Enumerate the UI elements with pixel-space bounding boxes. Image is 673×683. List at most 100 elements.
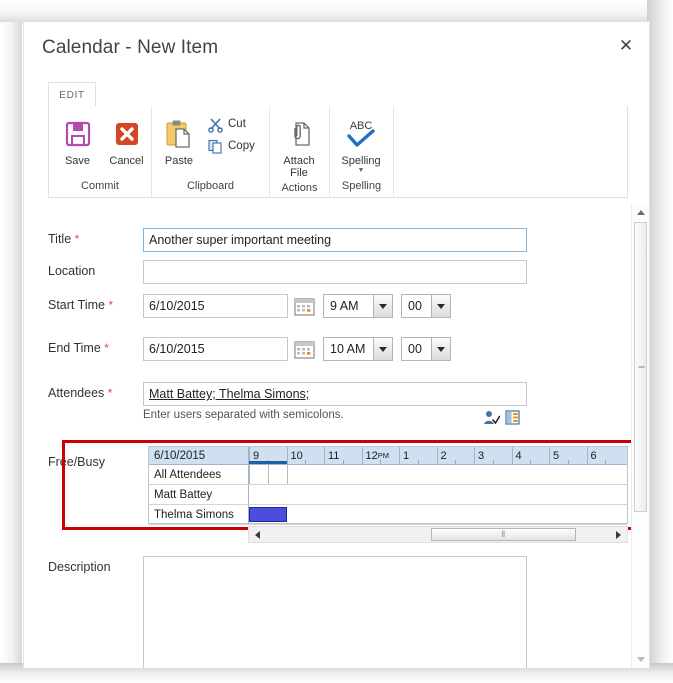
end-date-input[interactable] xyxy=(143,337,288,361)
scheduler-half-hour-tick xyxy=(455,460,457,464)
scheduler-horizontal-scrollbar[interactable]: ‖ xyxy=(248,526,628,543)
check-names-person-icon[interactable] xyxy=(483,410,501,430)
start-date-input[interactable] xyxy=(143,294,288,318)
scheduler-guide-mark xyxy=(249,465,250,484)
free-busy-scheduler[interactable]: 6/10/2015 9 10 11 12 PM 1 2 3 4 5 6 All Attendees M… xyxy=(148,446,628,525)
scheduler-attendee-row: All Attendees xyxy=(149,465,627,485)
cancel-button-label: Cancel xyxy=(109,155,144,167)
scheduler-scroll-right-arrow[interactable] xyxy=(610,527,627,542)
attach-file-line2: File xyxy=(290,167,308,179)
attendees-input[interactable]: Matt Battey; Thelma Simons; xyxy=(143,382,527,406)
save-button[interactable]: Save xyxy=(53,111,102,167)
screenshot-root: Calendar - New Item ✕ EDIT Save Cancel C… xyxy=(0,0,673,683)
ribbon-group-label-clipboard: Clipboard xyxy=(186,180,235,192)
location-input[interactable] xyxy=(143,260,527,284)
scheduler-attendee-track[interactable] xyxy=(249,505,627,524)
title-label: Title * xyxy=(48,228,143,246)
scheduler-attendee-track[interactable] xyxy=(249,465,627,484)
scheduler-guide-mark xyxy=(286,465,288,484)
address-book-icon[interactable] xyxy=(505,410,521,430)
scheduler-attendee-row: Thelma Simons xyxy=(149,505,627,525)
scheduler-selection-bar xyxy=(249,461,287,464)
start-hour-value: 9 AM xyxy=(324,295,373,317)
dialog-scroll-thumb[interactable]: ‖ xyxy=(634,222,647,512)
attach-file-button[interactable]: Attach File xyxy=(270,111,328,179)
scheduler-half-hour-tick xyxy=(492,460,494,464)
ribbon-group-clipboard: Paste Cut Copy Clipboard xyxy=(152,106,270,197)
save-floppy-icon xyxy=(63,115,93,153)
copy-pages-icon xyxy=(204,138,226,155)
scheduler-half-hour-tick xyxy=(380,460,382,464)
paste-button-label: Paste xyxy=(164,155,194,167)
window-shadow-top xyxy=(0,0,673,22)
ribbon-group-label-actions: Actions xyxy=(281,182,318,194)
start-hour-dropdown-arrow[interactable] xyxy=(373,295,392,317)
title-label-text: Title xyxy=(48,232,72,246)
scheduler-scroll-thumb[interactable]: ‖ xyxy=(431,528,576,541)
field-row-title: Title * xyxy=(48,228,527,252)
attendees-control: Matt Battey; Thelma Simons; Enter users … xyxy=(143,382,527,425)
description-box[interactable] xyxy=(143,556,527,668)
cancel-x-icon xyxy=(112,115,142,153)
ribbon-group-commit: Save Cancel Commit xyxy=(49,106,152,197)
scheduler-attendee-row: Matt Battey xyxy=(149,485,627,505)
ribbon-filler xyxy=(394,106,627,197)
scheduler-hour-header-track: 9 10 11 12 PM 1 2 3 4 5 6 xyxy=(249,447,627,464)
close-icon[interactable]: ✕ xyxy=(611,32,641,60)
end-minute-dropdown-arrow[interactable] xyxy=(431,338,450,360)
end-hour-select[interactable]: 10 AM xyxy=(323,337,393,361)
scheduler-busy-block xyxy=(249,507,287,522)
scheduler-half-hour-tick xyxy=(530,460,532,464)
save-button-label: Save xyxy=(64,155,91,167)
title-input[interactable] xyxy=(143,228,527,252)
scheduler-half-hour-tick xyxy=(342,460,344,464)
scheduler-attendee-name: Thelma Simons xyxy=(149,505,249,524)
calendar-picker-icon[interactable] xyxy=(294,340,315,359)
paste-button[interactable]: Paste xyxy=(154,111,204,167)
start-minute-dropdown-arrow[interactable] xyxy=(431,295,450,317)
chevron-down-icon[interactable]: ▼ xyxy=(358,167,365,174)
scheduler-half-hour-tick xyxy=(567,460,569,464)
window-shadow-right xyxy=(647,0,673,683)
start-minute-select[interactable]: 00 xyxy=(401,294,451,318)
scheduler-header-row: 6/10/2015 9 10 11 12 PM 1 2 3 4 5 6 xyxy=(149,447,627,465)
paperclip-document-icon xyxy=(284,115,314,153)
scheduler-scroll-track[interactable]: ‖ xyxy=(266,527,610,542)
calendar-picker-icon[interactable] xyxy=(294,297,315,316)
ribbon-group-label-spelling: Spelling xyxy=(341,180,382,192)
attach-file-button-label: Attach File xyxy=(283,155,314,179)
dialog-scroll-up-arrow[interactable] xyxy=(632,204,649,221)
cut-button[interactable]: Cut xyxy=(204,113,259,135)
ribbon-toolbar: Save Cancel Commit Paste Cut Copy Clipbo… xyxy=(48,106,628,198)
end-hour-dropdown-arrow[interactable] xyxy=(373,338,392,360)
paste-clipboard-icon xyxy=(164,115,194,153)
cancel-button[interactable]: Cancel xyxy=(102,111,151,167)
location-label: Location xyxy=(48,264,96,278)
scheduler-guide-mark xyxy=(267,465,269,484)
end-minute-value: 00 xyxy=(402,338,431,360)
start-minute-value: 00 xyxy=(402,295,431,317)
spelling-button[interactable]: ABC Spelling ▼ xyxy=(330,111,392,174)
description-input[interactable] xyxy=(144,557,526,668)
scheduler-date-cell: 6/10/2015 xyxy=(149,447,249,464)
scheduler-half-hour-tick xyxy=(305,460,307,464)
start-time-label: Start Time * xyxy=(48,294,143,312)
start-hour-select[interactable]: 9 AM xyxy=(323,294,393,318)
dialog-scroll-down-arrow[interactable] xyxy=(632,651,649,668)
window-shadow-left xyxy=(0,0,22,683)
dialog-vertical-scrollbar[interactable]: ‖ xyxy=(631,204,649,668)
tab-edit[interactable]: EDIT xyxy=(48,82,96,107)
copy-button[interactable]: Copy xyxy=(204,135,259,157)
attach-file-line1: Attach xyxy=(283,155,315,167)
scheduler-scroll-left-arrow[interactable] xyxy=(249,527,266,542)
field-row-free-busy: Free/Busy xyxy=(48,451,143,469)
end-minute-select[interactable]: 00 xyxy=(401,337,451,361)
attendees-value: Matt Battey; Thelma Simons; xyxy=(149,387,310,401)
scroll-thumb-grip-icon: ‖ xyxy=(501,529,506,539)
scheduler-attendee-track[interactable] xyxy=(249,485,627,504)
description-label: Description xyxy=(48,560,111,574)
scheduler-half-hour-tick xyxy=(605,460,607,464)
cut-button-label: Cut xyxy=(228,118,246,130)
page-title: Calendar - New Item xyxy=(42,37,219,58)
free-busy-label: Free/Busy xyxy=(48,455,105,469)
